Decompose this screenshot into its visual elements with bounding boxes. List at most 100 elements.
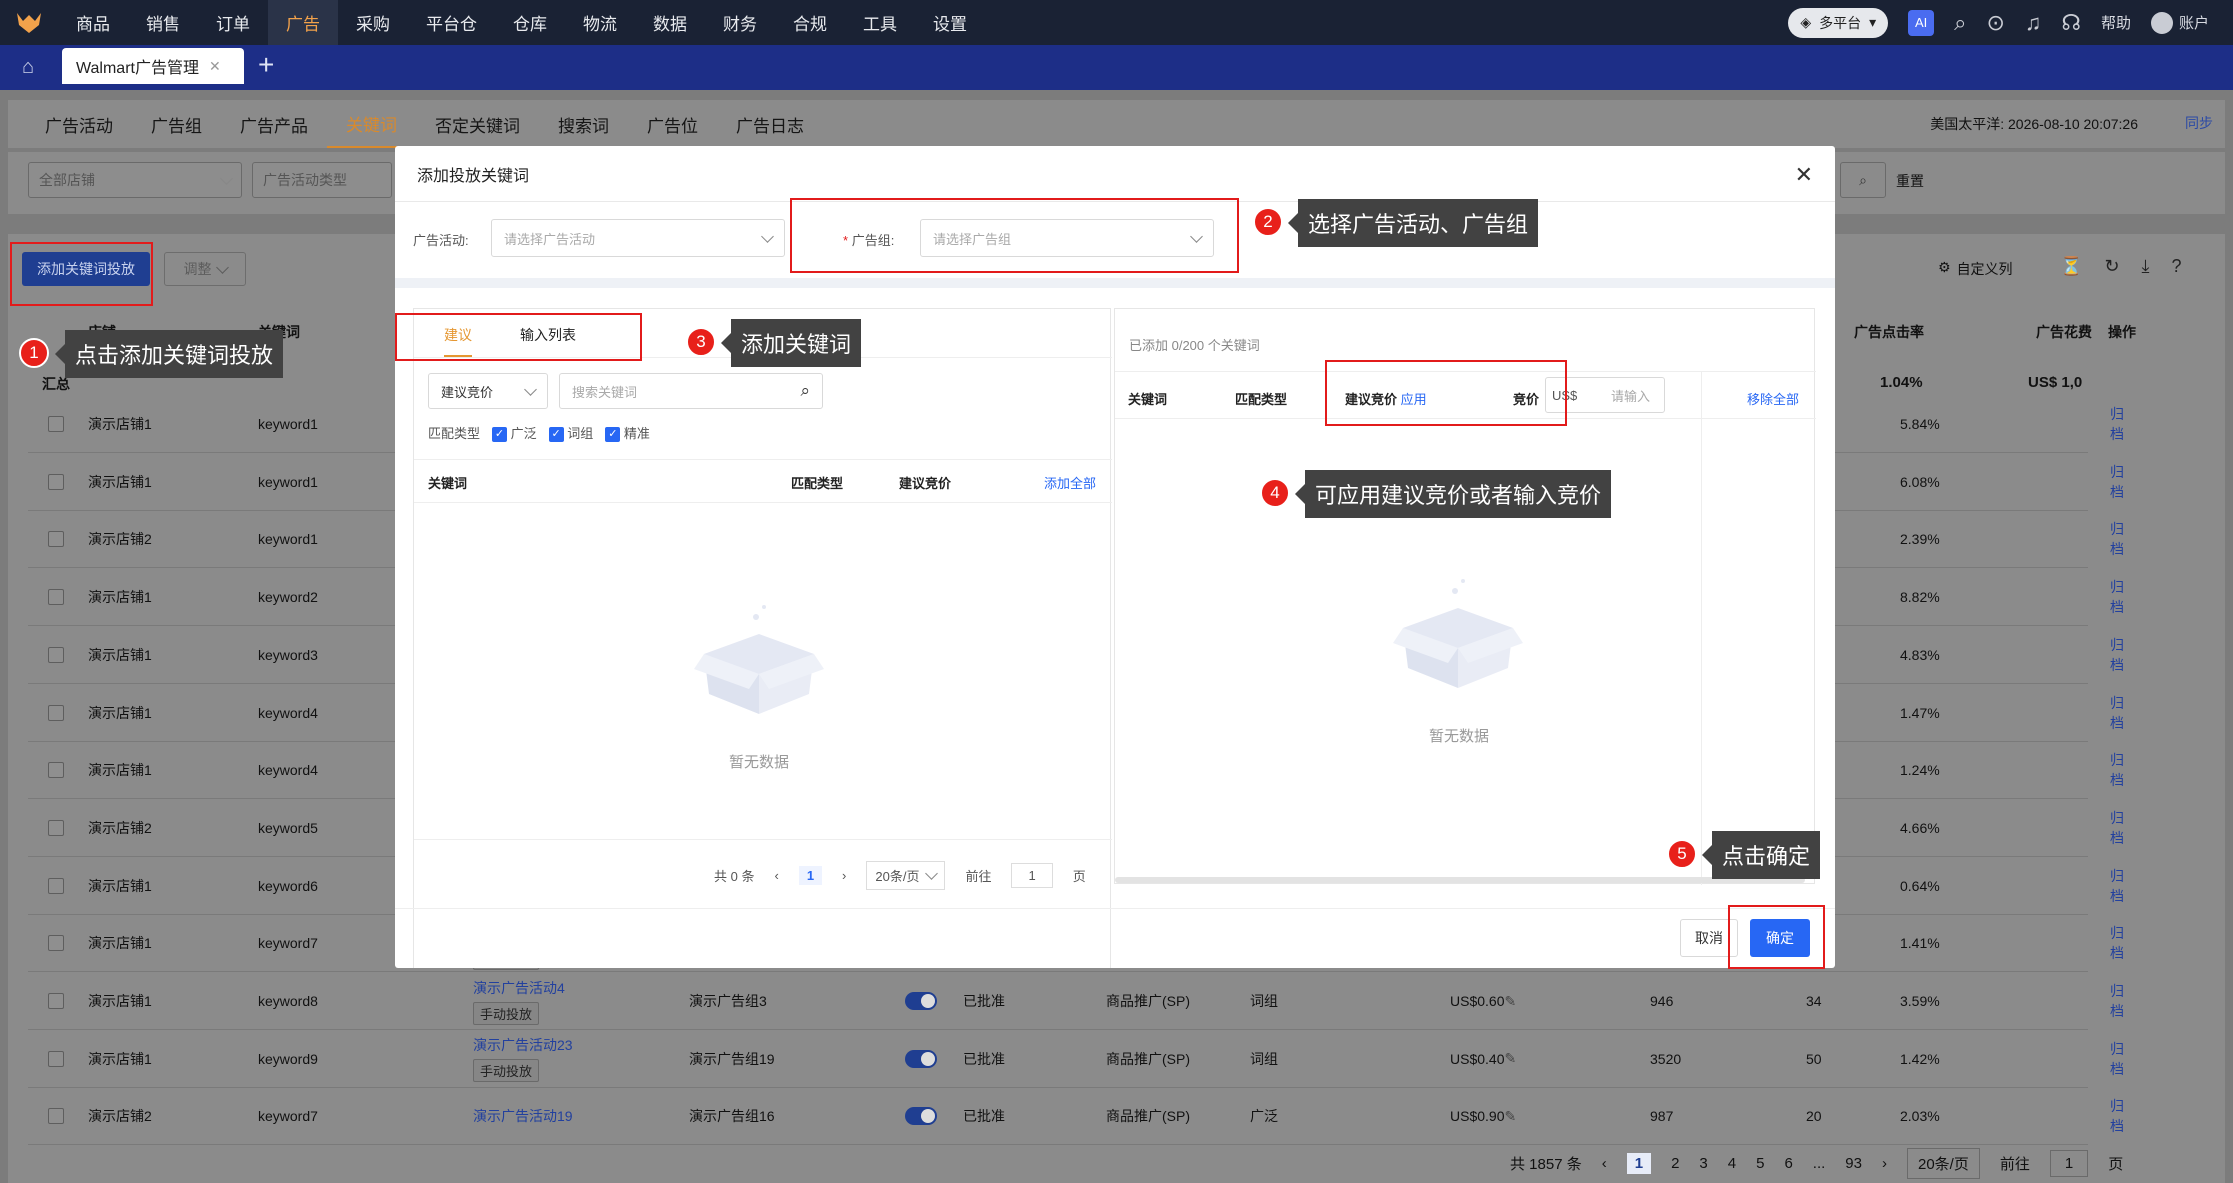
status-toggle[interactable]	[905, 1087, 937, 1145]
archive-link[interactable]: 归档	[2110, 684, 2124, 742]
refresh-icon[interactable]: ↻	[2104, 256, 2119, 277]
archive-link[interactable]: 归档	[2110, 626, 2124, 684]
subtab-4[interactable]: 否定关键词	[416, 100, 539, 148]
page-1[interactable]: 1	[1626, 1153, 1652, 1174]
custom-columns-button[interactable]: ⚙ 自定义列	[1938, 259, 2013, 279]
close-icon[interactable]: ✕	[1795, 162, 1813, 188]
page-size-select[interactable]: 20条/页	[1906, 1148, 1980, 1179]
campaign-type-filter[interactable]: 广告活动类型	[252, 162, 392, 198]
status-toggle[interactable]	[905, 1030, 937, 1088]
reset-button[interactable]: 重置	[1896, 171, 1924, 191]
adjust-button[interactable]: 调整	[164, 252, 246, 286]
nav-item-4[interactable]: 采购	[338, 0, 408, 45]
row-checkbox[interactable]	[48, 1030, 64, 1088]
page-...[interactable]: ...	[1813, 1155, 1826, 1172]
nav-item-1[interactable]: 销售	[128, 0, 198, 45]
campaign-link[interactable]: 演示广告活动4	[473, 978, 565, 998]
row-checkbox[interactable]	[48, 684, 64, 742]
header-spend[interactable]: 广告花费	[2036, 322, 2092, 342]
nav-item-6[interactable]: 仓库	[495, 0, 565, 45]
subtab-3[interactable]: 关键词	[327, 100, 416, 148]
goto-input[interactable]: 1	[1011, 863, 1053, 888]
cell-bid[interactable]: US$0.90 ✎	[1450, 1087, 1516, 1145]
nav-item-12[interactable]: 设置	[915, 0, 985, 45]
nav-item-11[interactable]: 工具	[845, 0, 915, 45]
row-checkbox[interactable]	[48, 741, 64, 799]
nav-item-10[interactable]: 合规	[775, 0, 845, 45]
edit-icon[interactable]: ✎	[1504, 1050, 1516, 1067]
archive-link[interactable]: 归档	[2110, 510, 2124, 568]
checkbox-broad[interactable]: ✓ 广泛	[492, 423, 537, 443]
nav-item-5[interactable]: 平台仓	[408, 0, 495, 45]
bid-type-select[interactable]: 建议竞价	[428, 373, 548, 409]
subtab-0[interactable]: 广告活动	[26, 100, 132, 148]
next-page-icon[interactable]: ›	[842, 868, 846, 883]
cell-bid[interactable]: US$0.60 ✎	[1450, 972, 1516, 1030]
checkbox-phrase[interactable]: ✓ 词组	[548, 423, 593, 443]
nav-item-0[interactable]: 商品	[58, 0, 128, 45]
home-icon[interactable]: ⌂	[10, 50, 46, 84]
header-ctr[interactable]: 广告点击率	[1854, 322, 1924, 342]
nav-item-3[interactable]: 广告	[268, 0, 338, 45]
archive-link[interactable]: 归档	[2110, 741, 2124, 799]
prev-page-icon[interactable]: ‹	[774, 868, 778, 883]
ai-icon[interactable]: AI	[1908, 9, 1935, 36]
subtab-7[interactable]: 广告日志	[717, 100, 823, 148]
subtab-6[interactable]: 广告位	[628, 100, 717, 148]
cell-bid[interactable]: US$0.40 ✎	[1450, 1030, 1516, 1088]
page-5[interactable]: 5	[1756, 1155, 1764, 1172]
row-checkbox[interactable]	[48, 395, 64, 453]
nav-item-9[interactable]: 财务	[705, 0, 775, 45]
checkbox-exact[interactable]: ✓ 精准	[605, 423, 650, 443]
subtab-2[interactable]: 广告产品	[221, 100, 327, 148]
headset-icon[interactable]: ☊	[2061, 11, 2081, 34]
nav-item-7[interactable]: 物流	[565, 0, 635, 45]
archive-link[interactable]: 归档	[2110, 914, 2124, 972]
page-3[interactable]: 3	[1699, 1155, 1707, 1172]
subtab-1[interactable]: 广告组	[132, 100, 221, 148]
bell-icon[interactable]: ♫	[2025, 11, 2042, 34]
campaign-link[interactable]: 演示广告活动23	[473, 1035, 573, 1055]
page-6[interactable]: 6	[1784, 1155, 1792, 1172]
tab-walmart-ads[interactable]: Walmart广告管理 ✕	[62, 48, 244, 84]
search-icon[interactable]: ⌕	[1840, 162, 1886, 198]
goto-input[interactable]: 1	[2049, 1150, 2089, 1177]
row-checkbox[interactable]	[48, 914, 64, 972]
edit-icon[interactable]: ✎	[1504, 1108, 1516, 1125]
export-icon[interactable]: ⤓	[2142, 256, 2150, 277]
logo[interactable]	[0, 0, 58, 45]
horizontal-scrollbar[interactable]	[1115, 877, 1805, 883]
row-checkbox[interactable]	[48, 510, 64, 568]
row-checkbox[interactable]	[48, 626, 64, 684]
page-4[interactable]: 4	[1728, 1155, 1736, 1172]
page-size-select[interactable]: 20条/页	[866, 861, 946, 890]
add-all-link[interactable]: 添加全部	[1044, 473, 1096, 492]
row-checkbox[interactable]	[48, 568, 64, 626]
page-2[interactable]: 2	[1671, 1155, 1679, 1172]
search-icon[interactable]: ⌕	[1954, 11, 1966, 34]
campaign-link[interactable]: 演示广告活动19	[473, 1106, 573, 1126]
page-93[interactable]: 93	[1845, 1155, 1862, 1172]
status-toggle[interactable]	[905, 972, 937, 1030]
edit-icon[interactable]: ✎	[1504, 993, 1516, 1010]
store-filter[interactable]: 全部店铺	[28, 162, 242, 198]
archive-link[interactable]: 归档	[2110, 972, 2124, 1030]
remove-all-link[interactable]: 移除全部	[1747, 389, 1799, 408]
archive-link[interactable]: 归档	[2110, 857, 2124, 915]
archive-link[interactable]: 归档	[2110, 568, 2124, 626]
next-page-icon[interactable]: ›	[1882, 1155, 1887, 1172]
row-checkbox[interactable]	[48, 972, 64, 1030]
platform-switch[interactable]: ◈ 多平台 ▾	[1788, 7, 1889, 38]
download-icon[interactable]: ⊙	[1986, 11, 2004, 34]
close-icon[interactable]: ✕	[209, 58, 221, 75]
row-checkbox[interactable]	[48, 1087, 64, 1145]
nav-item-2[interactable]: 订单	[198, 0, 268, 45]
subtab-5[interactable]: 搜索词	[539, 100, 628, 148]
archive-link[interactable]: 归档	[2110, 799, 2124, 857]
prev-page-icon[interactable]: ‹	[1602, 1155, 1607, 1172]
keyword-search-input[interactable]: 搜索关键词 ⌕	[559, 373, 823, 409]
archive-link[interactable]: 归档	[2110, 1030, 2124, 1088]
sync-link[interactable]: 同步	[2185, 113, 2213, 133]
row-checkbox[interactable]	[48, 857, 64, 915]
help-icon[interactable]: ?	[2171, 256, 2181, 277]
